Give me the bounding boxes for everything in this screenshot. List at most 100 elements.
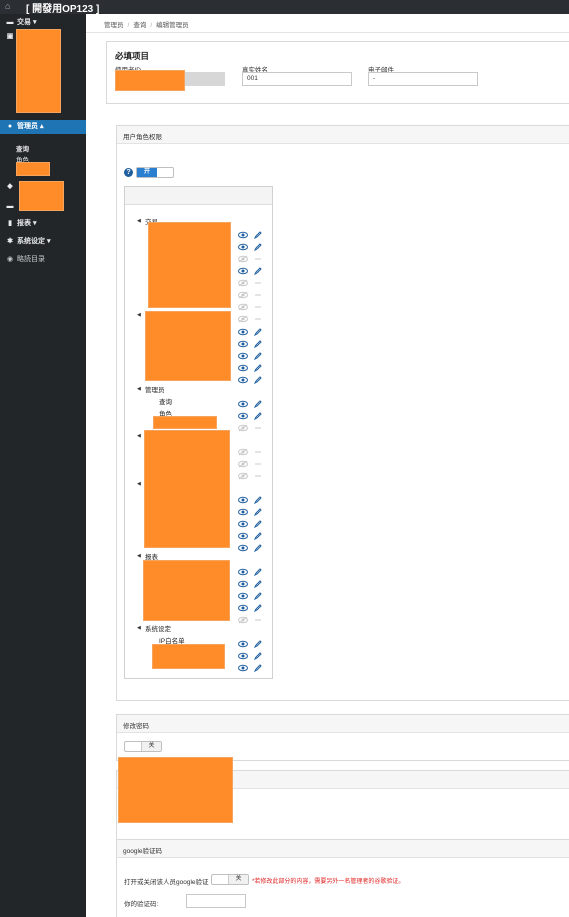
eye-icon[interactable] [238,520,248,528]
eye-icon[interactable] [238,568,248,576]
home-icon[interactable]: ⌂ [5,1,10,11]
sidebar-item-system[interactable]: ✱ 系统设定 ▾ [0,235,86,249]
laptop-icon: ▣ [6,33,14,40]
google-toggle[interactable]: 关 [211,874,249,885]
eye-icon[interactable] [238,664,248,672]
pencil-icon[interactable] [254,544,262,552]
eye-icon[interactable] [238,640,248,648]
sidebar-item-directory[interactable]: ◉ 略読目录 [0,253,86,267]
pencil-icon[interactable] [254,340,262,348]
eye-icon[interactable] [238,580,248,588]
pencil-icon[interactable] [254,652,262,660]
breadcrumb-item[interactable]: 查询 [133,22,146,29]
pencil-icon[interactable] [254,231,262,239]
pencil-icon[interactable] [254,508,262,516]
pencil-icon[interactable] [254,364,262,372]
eye-icon[interactable] [238,243,248,251]
eye-icon[interactable] [238,400,248,408]
pencil-icon[interactable] [254,328,262,336]
pencil-icon[interactable] [254,664,262,672]
tree-node-system[interactable]: 系统设定 [145,623,171,633]
sidebar-item-label: 系统设定 [17,238,45,245]
password-toggle[interactable]: 关 [124,741,162,752]
pencil-icon[interactable] [254,568,262,576]
eye-off-icon[interactable] [238,303,248,311]
email-field[interactable]: - [368,72,478,86]
collapse-triangle-icon[interactable]: ◀ [137,625,141,631]
pencil-icon[interactable] [254,412,262,420]
collapse-triangle-icon[interactable]: ◀ [137,386,141,392]
eye-icon[interactable] [238,328,248,336]
sidebar-item-label: 略読目录 [17,256,45,263]
permissions-toggle[interactable]: 开 [136,167,174,178]
pencil-icon[interactable] [254,267,262,275]
eye-icon[interactable] [238,508,248,516]
eye-icon[interactable] [238,376,248,384]
eye-icon[interactable] [238,364,248,372]
pencil-icon[interactable] [254,352,262,360]
dash-icon [255,258,261,260]
pencil-icon[interactable] [254,520,262,528]
pencil-icon[interactable] [254,604,262,612]
eye-off-icon[interactable] [238,424,248,432]
google-code-label: 你的验证码: [124,901,159,908]
tree-node-admin[interactable]: 管理员 [145,384,165,394]
eye-off-icon[interactable] [238,255,248,263]
eye-icon[interactable] [238,352,248,360]
collapse-triangle-icon[interactable]: ◀ [137,312,141,318]
eye-icon[interactable] [238,267,248,275]
help-icon[interactable]: ? [124,168,133,177]
pencil-icon[interactable] [254,532,262,540]
panel-header: google验证码 [117,840,569,858]
panel-header: 用户角色权限 [117,126,569,144]
sidebar-item-trade[interactable]: ▬ 交易 ▾ [0,16,86,30]
eye-off-icon[interactable] [238,616,248,624]
password-panel: 修改密码 关 [116,714,569,761]
google-warning-note: *若修改此部分的内容，需要另外一名管理者的谷歌验证。 [252,879,405,885]
eye-icon[interactable] [238,340,248,348]
pencil-icon[interactable] [254,592,262,600]
pencil-icon[interactable] [254,640,262,648]
eye-off-icon[interactable] [238,472,248,480]
collapse-triangle-icon[interactable]: ◀ [137,553,141,559]
panel-header: 修改密码 [117,715,569,733]
pencil-icon[interactable] [254,243,262,251]
realname-field[interactable]: 001 [242,72,352,86]
pencil-icon[interactable] [254,376,262,384]
eye-icon[interactable] [238,544,248,552]
pencil-icon[interactable] [254,580,262,588]
eye-icon[interactable] [238,496,248,504]
sidebar-item-label: 管理员 [17,123,38,130]
collapse-triangle-icon[interactable]: ◀ [137,218,141,224]
password-title: 修改密码 [123,723,149,730]
permission-tree: ◀ 交易 ◀ ◀ 管理员 查询 角色 ◀ ◀ ◀ 报表 ◀ 系统设定 IP白名单 [124,186,273,679]
eye-off-icon[interactable] [238,315,248,323]
collapse-triangle-icon[interactable]: ◀ [137,433,141,439]
eye-icon[interactable] [238,592,248,600]
eye-icon[interactable] [238,412,248,420]
sidebar-sub-query[interactable]: 查询 [16,143,29,153]
google-panel: google验证码 打开或关闭该人员google验证 关 *若修改此部分的内容，… [116,839,569,917]
collapse-triangle-icon[interactable]: ◀ [137,481,141,487]
eye-off-icon[interactable] [238,279,248,287]
eye-icon[interactable] [238,231,248,239]
eye-off-icon[interactable] [238,460,248,468]
dash-icon [255,451,261,453]
eye-icon[interactable] [238,652,248,660]
permissions-title: 用户角色权限 [123,134,162,141]
eye-icon[interactable] [238,604,248,612]
eye-off-icon[interactable] [238,448,248,456]
sidebar-item-report[interactable]: ▮ 报表 ▾ [0,217,86,231]
tags-icon: ◆ [7,183,13,190]
redacted-block [153,416,217,429]
eye-icon[interactable] [238,532,248,540]
user-icon: ● [7,123,13,130]
redacted-block [144,430,230,548]
redacted-block [148,222,231,308]
pencil-icon[interactable] [254,400,262,408]
eye-off-icon[interactable] [238,291,248,299]
sidebar-item-admin[interactable]: ● 管理员 ▴ [0,120,86,134]
pencil-icon[interactable] [254,496,262,504]
google-code-input[interactable] [186,894,246,908]
breadcrumb-item[interactable]: 管理员 [104,22,124,29]
